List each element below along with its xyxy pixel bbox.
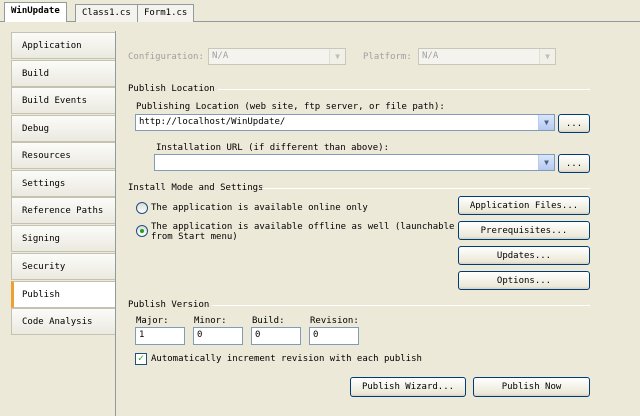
configuration-select[interactable]: N/A ▼ bbox=[208, 48, 346, 65]
browse-publishing-location-button[interactable]: ... bbox=[558, 114, 590, 133]
doc-tab-form1[interactable]: Form1.cs bbox=[137, 4, 195, 22]
revision-label: Revision: bbox=[310, 316, 359, 326]
offline-radio[interactable] bbox=[136, 225, 148, 237]
doc-tab-winupdate[interactable]: WinUpdate bbox=[4, 2, 67, 23]
side-tab-build[interactable]: Build bbox=[11, 60, 115, 87]
chevron-down-icon: ▼ bbox=[539, 49, 555, 64]
side-tab-publish[interactable]: Publish bbox=[11, 281, 117, 308]
chevron-down-icon[interactable]: ▼ bbox=[538, 155, 554, 170]
major-label: Major: bbox=[136, 316, 169, 326]
publish-wizard-button[interactable]: Publish Wizard... bbox=[350, 377, 466, 397]
auto-increment-label[interactable]: Automatically increment revision with ea… bbox=[151, 354, 422, 364]
document-tab-strip: WinUpdate Class1.cs Form1.cs bbox=[0, 0, 640, 23]
platform-select[interactable]: N/A ▼ bbox=[418, 48, 556, 65]
publishing-location-combo[interactable]: http://localhost/WinUpdate/ ▼ bbox=[135, 114, 555, 131]
application-files-button[interactable]: Application Files... bbox=[458, 196, 590, 215]
side-tab-resources[interactable]: Resources bbox=[11, 142, 115, 169]
online-only-label[interactable]: The application is available online only bbox=[151, 203, 368, 213]
offline-label-line2[interactable]: from Start menu) bbox=[151, 232, 238, 242]
configuration-label: Configuration: bbox=[128, 52, 204, 62]
installation-url-label: Installation URL (if different than abov… bbox=[156, 143, 389, 153]
side-tab-code-analysis[interactable]: Code Analysis bbox=[11, 308, 115, 335]
publishing-location-label: Publishing Location (web site, ftp serve… bbox=[136, 102, 445, 112]
platform-label: Platform: bbox=[363, 52, 412, 62]
publish-now-button[interactable]: Publish Now bbox=[473, 377, 590, 397]
publish-version-title: Publish Version bbox=[128, 300, 210, 310]
configuration-value: N/A bbox=[212, 51, 229, 61]
auto-increment-checkbox[interactable]: ✓ bbox=[135, 353, 147, 365]
publishing-location-value: http://localhost/WinUpdate/ bbox=[139, 117, 286, 127]
install-mode-title: Install Mode and Settings bbox=[128, 183, 264, 193]
doc-tab-class1[interactable]: Class1.cs bbox=[75, 4, 138, 22]
side-tab-debug[interactable]: Debug bbox=[11, 115, 115, 142]
browse-installation-url-button[interactable]: ... bbox=[558, 154, 590, 173]
chevron-down-icon: ▼ bbox=[329, 49, 345, 64]
publish-location-title: Publish Location bbox=[128, 84, 215, 94]
platform-value: N/A bbox=[422, 51, 439, 61]
side-tab-settings[interactable]: Settings bbox=[11, 170, 115, 197]
major-input[interactable]: 1 bbox=[135, 327, 185, 345]
side-tab-signing[interactable]: Signing bbox=[11, 225, 115, 252]
build-input[interactable]: 0 bbox=[251, 327, 301, 345]
installation-url-combo[interactable]: ▼ bbox=[154, 154, 555, 171]
revision-input[interactable]: 0 bbox=[309, 327, 359, 345]
section-divider bbox=[212, 305, 590, 306]
prerequisites-button[interactable]: Prerequisites... bbox=[458, 221, 590, 240]
minor-input[interactable]: 0 bbox=[193, 327, 243, 345]
online-only-radio[interactable] bbox=[136, 202, 148, 214]
nav-edge bbox=[0, 22, 11, 416]
updates-button[interactable]: Updates... bbox=[458, 246, 590, 265]
minor-label: Minor: bbox=[194, 316, 227, 326]
side-tab-security[interactable]: Security bbox=[11, 253, 115, 280]
offline-label-line1[interactable]: The application is available offline as … bbox=[151, 222, 454, 232]
side-tab-build-events[interactable]: Build Events bbox=[11, 87, 115, 114]
side-tab-reference-paths[interactable]: Reference Paths bbox=[11, 197, 115, 224]
options-button[interactable]: Options... bbox=[458, 271, 590, 290]
chevron-down-icon[interactable]: ▼ bbox=[538, 115, 554, 130]
side-tab-application[interactable]: Application bbox=[11, 32, 115, 59]
section-divider bbox=[262, 188, 590, 189]
section-divider bbox=[218, 89, 590, 90]
build-label: Build: bbox=[252, 316, 285, 326]
